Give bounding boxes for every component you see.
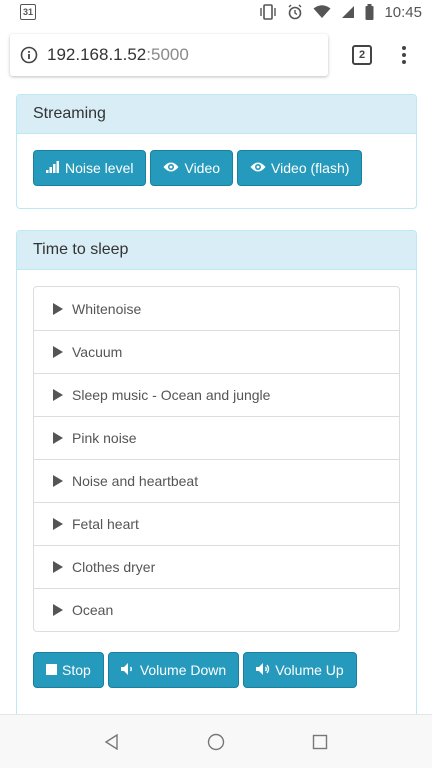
video-button[interactable]: Video: [150, 150, 234, 186]
track-label: Fetal heart: [72, 516, 139, 532]
streaming-title: Streaming: [33, 105, 106, 122]
streaming-body: Noise level Video Video (flash): [17, 134, 416, 202]
wifi-icon: [313, 5, 331, 19]
tab-count: 2: [358, 49, 366, 61]
play-icon: [52, 302, 64, 315]
stop-button[interactable]: Stop: [33, 652, 104, 688]
url-host: 192.168.1.52: [47, 45, 147, 64]
menu-dot-icon: [402, 53, 406, 57]
url-port: :5000: [146, 45, 189, 64]
url-bar[interactable]: 192.168.1.52:5000: [10, 34, 328, 76]
sleep-panel: Time to sleep Whitenoise Vacuum Sleep mu…: [16, 230, 417, 714]
alarm-icon: [287, 4, 303, 20]
play-icon: [52, 389, 64, 401]
back-icon[interactable]: [92, 722, 132, 762]
menu-dot-icon: [402, 60, 406, 64]
volume-up-icon: [256, 662, 270, 678]
track-label: Noise and heartbeat: [72, 473, 199, 489]
volume-up-button[interactable]: Volume Up: [243, 652, 357, 688]
eye-icon: [250, 160, 266, 176]
play-icon: [52, 518, 64, 530]
list-item[interactable]: Vacuum: [34, 330, 399, 373]
volume-down-icon: [120, 662, 135, 678]
browser-menu-button[interactable]: [394, 43, 414, 67]
track-label: Sleep music - Ocean and jungle: [72, 387, 271, 403]
sleep-body: Whitenoise Vacuum Sleep music - Ocean an…: [17, 270, 416, 704]
track-label: Clothes dryer: [72, 559, 156, 575]
list-item[interactable]: Ocean: [34, 588, 399, 631]
sleep-heading: Time to sleep: [17, 231, 416, 270]
track-label: Ocean: [72, 602, 114, 618]
battery-icon: [365, 4, 374, 20]
signal-bars-icon: [46, 160, 60, 176]
track-label: Pink noise: [72, 430, 137, 446]
list-item[interactable]: Whitenoise: [34, 287, 399, 330]
list-item[interactable]: Pink noise: [34, 416, 399, 459]
page-content: Streaming Noise level Video Video (flash…: [0, 86, 432, 714]
video-flash-label: Video (flash): [271, 160, 350, 176]
list-item[interactable]: Clothes dryer: [34, 545, 399, 588]
menu-dot-icon: [402, 46, 406, 50]
list-item[interactable]: Noise and heartbeat: [34, 459, 399, 502]
stop-label: Stop: [62, 662, 91, 678]
calendar-day: 31: [22, 7, 33, 17]
vibrate-icon: [259, 4, 277, 20]
calendar-icon: 31: [20, 4, 36, 20]
signal-icon: [341, 5, 355, 19]
home-icon[interactable]: [196, 722, 236, 762]
volume-up-label: Volume Up: [275, 662, 344, 678]
info-icon[interactable]: [20, 46, 38, 64]
track-label: Vacuum: [72, 344, 123, 360]
streaming-buttons: Noise level Video Video (flash): [33, 150, 400, 186]
sleep-title: Time to sleep: [33, 241, 129, 258]
eye-icon: [163, 160, 179, 176]
track-list: Whitenoise Vacuum Sleep music - Ocean an…: [33, 286, 400, 632]
noise-level-label: Noise level: [65, 160, 134, 176]
volume-down-button[interactable]: Volume Down: [107, 652, 240, 688]
play-icon: [52, 346, 64, 358]
list-item[interactable]: Sleep music - Ocean and jungle: [34, 373, 399, 416]
system-nav-bar: [0, 714, 432, 768]
play-icon: [52, 475, 64, 487]
streaming-panel: Streaming Noise level Video Video (flash…: [16, 94, 417, 209]
noise-level-button[interactable]: Noise level: [33, 150, 147, 186]
status-time: 10:45: [384, 3, 422, 21]
status-bar: 31 10:45: [0, 0, 432, 24]
list-item[interactable]: Fetal heart: [34, 502, 399, 545]
volume-down-label: Volume Down: [139, 662, 227, 678]
streaming-heading: Streaming: [17, 95, 416, 134]
browser-toolbar: 192.168.1.52:5000 2: [0, 24, 432, 86]
play-icon: [52, 432, 64, 444]
playback-controls: Stop Volume Down Volume Up: [33, 652, 400, 688]
play-icon: [52, 604, 64, 616]
recents-icon[interactable]: [300, 722, 340, 762]
play-icon: [52, 561, 64, 573]
status-icons: 10:45: [259, 4, 422, 21]
tab-switcher-button[interactable]: 2: [352, 45, 372, 65]
stop-icon: [46, 662, 57, 678]
track-label: Whitenoise: [72, 300, 142, 317]
video-label: Video: [184, 160, 221, 176]
video-flash-button[interactable]: Video (flash): [237, 150, 363, 186]
